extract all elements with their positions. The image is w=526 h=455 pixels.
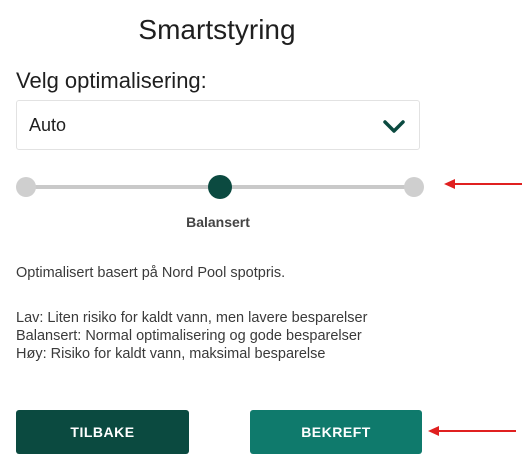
info-balanced-text: Balansert: Normal optimalisering og gode…: [16, 328, 362, 344]
slider-stop-low[interactable]: [16, 177, 36, 197]
info-high-text: Høy: Risiko for kaldt vann, maksimal bes…: [16, 346, 326, 362]
optimization-select[interactable]: Auto: [16, 100, 420, 150]
info-low-text: Lav: Liten risiko for kaldt vann, men la…: [16, 310, 368, 326]
info-source-text: Optimalisert basert på Nord Pool spotpri…: [16, 265, 286, 281]
confirm-button[interactable]: BEKREFT: [250, 410, 422, 454]
page-title: Smartstyring: [138, 14, 296, 45]
optimization-slider[interactable]: [16, 170, 426, 204]
back-button[interactable]: TILBAKE: [16, 410, 189, 454]
smart-control-screen: Smartstyring Velg optimalisering: Auto B…: [0, 0, 526, 455]
annotation-arrow-slider: [444, 179, 522, 189]
slider-thumb[interactable]: [208, 175, 232, 199]
slider-stop-high[interactable]: [404, 177, 424, 197]
optimization-select-value: Auto: [29, 115, 67, 135]
annotation-arrow-confirm: [428, 426, 516, 436]
chevron-down-icon: [383, 120, 405, 133]
slider-selected-label: Balansert: [186, 214, 250, 230]
optimization-label: Velg optimalisering:: [16, 68, 207, 93]
